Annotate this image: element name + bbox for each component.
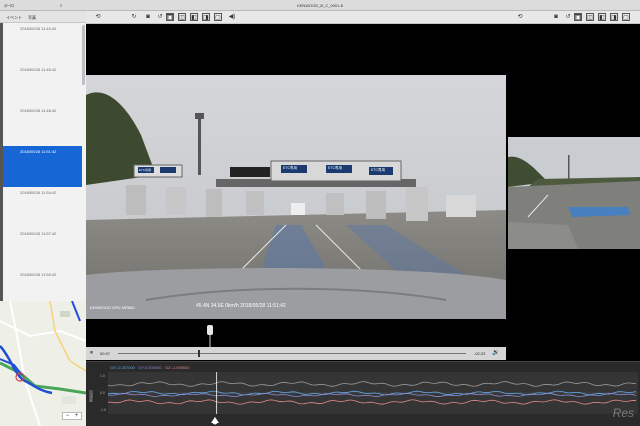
file-list-item[interactable]: 2018/05/28 11:57:42 — [0, 228, 82, 269]
graph-axis-label: 加速度 — [89, 390, 94, 402]
file-list-item[interactable]: 2018/05/28 11:43:42 — [0, 23, 82, 64]
map-view[interactable]: − + — [0, 301, 86, 426]
rear-layout-pip2-icon[interactable]: ◨ — [610, 13, 618, 21]
rear-rewind-icon[interactable]: ⟲ — [516, 13, 524, 21]
graph-series-line — [107, 381, 637, 387]
file-list-scrollbar[interactable] — [82, 25, 85, 85]
rear-video[interactable] — [508, 137, 640, 249]
graph-lines — [107, 372, 638, 414]
front-video-frame — [86, 75, 506, 319]
current-time: 00:37 — [100, 351, 111, 356]
window-title: KENWOOD_B_C_0001-8 — [297, 3, 343, 8]
file-thumbnail — [0, 228, 3, 269]
file-timestamp: 2018/05/28 11:54:42 — [20, 190, 57, 195]
seek-knob[interactable] — [198, 350, 201, 357]
refresh-icon[interactable]: ↻ — [130, 13, 138, 21]
toll-sign-2: ETC専用 — [328, 166, 342, 170]
rear-layout-dual-icon[interactable]: ◫ — [586, 13, 594, 21]
graph-legend: GX:-0.257000 GY:0.000000 GZ:-1.090000 — [110, 365, 190, 370]
tab-events[interactable]: イベント — [6, 15, 22, 21]
watermark: Res — [612, 406, 634, 420]
graph-series-line — [107, 393, 637, 397]
file-timestamp: 2018/05/28 11:51:42 — [20, 149, 57, 154]
file-list-item[interactable]: 2018/05/28 11:48:42 — [0, 105, 82, 146]
pause-button[interactable]: ⏸ — [90, 350, 93, 357]
rear-camera-panel: ⟲ ◙ ↺ ▣ ◫ ◧ ◨ ▢ — [508, 11, 640, 361]
video-brand-stamp: KENWOOD DRV-MR880 — [90, 305, 135, 310]
legend-gx: GX:-0.257000 — [110, 365, 135, 370]
tab-photos[interactable]: 写真 — [28, 15, 36, 21]
app-window: ｽﾃｰﾀｽ ≡ KENWOOD_B_C_0001-8 イベント 写真 2018/… — [0, 0, 640, 426]
file-list-item[interactable]: 2018/05/28 11:59:42 — [0, 269, 82, 301]
graph-plot-area[interactable] — [107, 372, 638, 414]
tab-bar: イベント 写真 — [0, 11, 86, 23]
rewind-icon[interactable]: ⟲ — [94, 13, 102, 21]
rear-layout-single-icon[interactable]: ▣ — [574, 13, 582, 21]
layout-single-icon[interactable]: ▣ — [166, 13, 174, 21]
map-zoom-in-button[interactable]: + — [72, 413, 81, 419]
toll-sign-4: ETC専用 — [139, 168, 152, 172]
file-thumbnail — [0, 23, 3, 64]
title-bar: ｽﾃｰﾀｽ ≡ KENWOOD_B_C_0001-8 — [0, 0, 640, 11]
seek-marker[interactable] — [207, 325, 213, 347]
file-timestamp: 2018/05/28 11:48:42 — [20, 108, 57, 113]
toll-sign-1: ETC専用 — [283, 166, 297, 170]
map-graphic — [0, 301, 86, 426]
rear-layout-rear-icon[interactable]: ▢ — [622, 13, 630, 21]
legend-gz: GZ:-1.090000 — [164, 365, 190, 370]
seek-track[interactable] — [118, 353, 466, 354]
file-list: 2018/05/28 11:43:42 2018/05/28 11:45:42 20… — [0, 23, 86, 301]
layout-pip2-icon[interactable]: ◨ — [202, 13, 210, 21]
front-camera-panel: ⟲ ↻ ◙ ↺ ▣ ◫ ◧ ◨ ▢ ◀) KENWOOD DRV-MR880 4… — [86, 11, 508, 361]
g-sensor-graph[interactable]: GX:-0.257000 GY:0.000000 GZ:-1.090000 加速… — [86, 361, 640, 426]
file-timestamp: 2018/05/28 11:57:42 — [20, 231, 57, 236]
video-info-stamp: 45.4N 34.5E 0km/h 2018/05/28 11:51:42 — [196, 303, 286, 309]
layout-rear-icon[interactable]: ▢ — [214, 13, 222, 21]
map-zoom-out-button[interactable]: − — [63, 413, 72, 419]
file-list-item[interactable]: 2018/05/28 11:51:42 — [0, 146, 82, 187]
legend-gy: GY:0.000000 — [138, 365, 162, 370]
file-thumbnail — [0, 269, 3, 301]
playback-bar: ⏸ 00:37 -02:23 🔊 — [86, 347, 506, 360]
file-timestamp: 2018/05/28 11:45:42 — [20, 67, 57, 72]
rear-toolbar: ⟲ ◙ ↺ ▣ ◫ ◧ ◨ ▢ — [508, 11, 640, 24]
rotate-icon[interactable]: ↺ — [156, 13, 164, 21]
graph-tick-mid: 0.0 — [100, 391, 105, 395]
file-thumbnail — [0, 64, 3, 105]
file-thumbnail — [0, 146, 3, 187]
rear-video-frame — [508, 137, 640, 249]
layout-pip-icon[interactable]: ◧ — [190, 13, 198, 21]
layout-dual-icon[interactable]: ◫ — [178, 13, 186, 21]
left-panel: イベント 写真 2018/05/28 11:43:42 2018/05/28 11… — [0, 11, 86, 426]
graph-tick-top: 1.0 — [100, 374, 105, 378]
front-toolbar: ⟲ ↻ ◙ ↺ ▣ ◫ ◧ ◨ ▢ ◀) — [86, 11, 508, 24]
rear-rotate-icon[interactable]: ↺ — [564, 13, 572, 21]
graph-tick-bottom: -1.0 — [100, 408, 107, 412]
toll-sign-3: ETC専用 — [371, 168, 385, 172]
map-zoom-control: − + — [62, 412, 82, 420]
graph-playhead-handle[interactable] — [211, 417, 219, 425]
volume-button[interactable]: 🔊 — [492, 349, 499, 356]
file-thumbnail — [0, 187, 3, 228]
file-thumbnail — [0, 105, 3, 146]
volume-icon[interactable]: ◀) — [228, 13, 236, 21]
file-list-item[interactable]: 2018/05/28 11:45:42 — [0, 64, 82, 105]
camera-icon[interactable]: ◙ — [144, 13, 152, 21]
front-video[interactable]: KENWOOD DRV-MR880 45.4N 34.5E 0km/h 2018… — [86, 75, 506, 319]
graph-series-line — [107, 399, 637, 405]
file-list-item[interactable]: 2018/05/28 11:54:42 — [0, 187, 82, 228]
rear-camera-icon[interactable]: ◙ — [552, 13, 560, 21]
remaining-time: -02:23 — [474, 351, 486, 356]
file-timestamp: 2018/05/28 11:59:42 — [20, 272, 57, 277]
rear-layout-pip-icon[interactable]: ◧ — [598, 13, 606, 21]
file-timestamp: 2018/05/28 11:43:42 — [20, 26, 57, 31]
